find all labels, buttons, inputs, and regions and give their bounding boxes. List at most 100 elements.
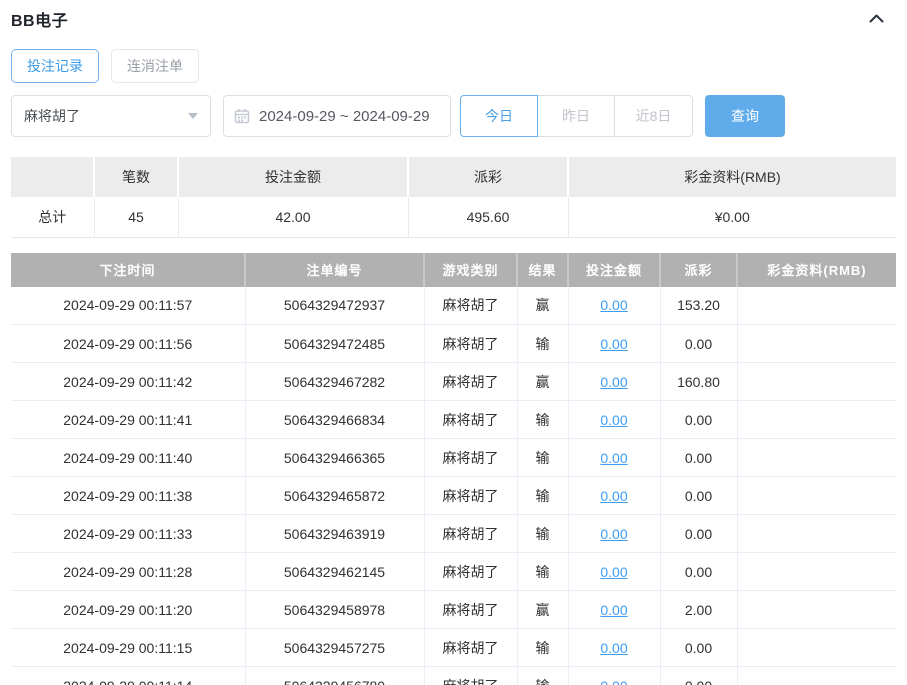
chevron-up-icon bbox=[869, 10, 884, 28]
table-row: 2024-09-29 00:11:15 5064329457275 麻将胡了输 0.0… bbox=[11, 628, 896, 667]
order-no-cell: 5064329462145 bbox=[244, 552, 424, 591]
result-cell: 输 bbox=[516, 628, 568, 667]
game-type-cell: 麻将胡了 bbox=[423, 476, 517, 515]
game-type-cell: 麻将胡了 bbox=[423, 324, 517, 363]
quick-date-button-group: 今日 昨日 近8日 bbox=[460, 95, 693, 137]
summary-total-jackpot: ¥0.00 bbox=[567, 197, 896, 238]
record-type-tabs: 投注记录 连消注单 bbox=[11, 49, 896, 83]
tab-bet-records[interactable]: 投注记录 bbox=[11, 49, 99, 83]
bet-time-cell: 2024-09-29 00:11:40 bbox=[11, 438, 245, 477]
last-8-days-button[interactable]: 近8日 bbox=[614, 95, 693, 137]
table-row: 2024-09-29 00:11:56 5064329472485 麻将胡了输 0.0… bbox=[11, 324, 896, 363]
bet-time-cell: 2024-09-29 00:11:15 bbox=[11, 628, 245, 667]
table-row: 2024-09-29 00:11:38 5064329465872 麻将胡了输 0.0… bbox=[11, 476, 896, 515]
bet-amount-link[interactable]: 0.00 bbox=[600, 640, 627, 656]
bet-time-cell: 2024-09-29 00:11:33 bbox=[11, 514, 245, 553]
game-type-cell: 麻将胡了 bbox=[423, 514, 517, 553]
payout-cell: 0.00 bbox=[659, 552, 737, 591]
bet-amount-cell: 0.00 bbox=[567, 362, 660, 401]
bet-time-cell: 2024-09-29 00:11:56 bbox=[11, 324, 245, 363]
table-row: 2024-09-29 00:11:41 5064329466834 麻将胡了输 0.0… bbox=[11, 400, 896, 439]
header-payout: 派彩 bbox=[659, 252, 737, 287]
payout-cell: 153.20 bbox=[659, 286, 737, 325]
game-type-cell: 麻将胡了 bbox=[423, 552, 517, 591]
bet-time-cell: 2024-09-29 00:11:42 bbox=[11, 362, 245, 401]
bet-table-header-row: 下注时间 注单编号 游戏类别 结果 投注金额 派彩 彩金资料(RMB) bbox=[11, 252, 896, 287]
bet-records-panel: BB电子 投注记录 连消注单 麻将胡了 2024-09-29 ~ 2024-09… bbox=[0, 0, 907, 685]
bet-amount-link[interactable]: 0.00 bbox=[600, 297, 627, 313]
result-cell: 赢 bbox=[516, 590, 568, 629]
header-bet-time: 下注时间 bbox=[11, 252, 245, 287]
bet-time-cell: 2024-09-29 00:11:57 bbox=[11, 286, 245, 325]
result-cell: 输 bbox=[516, 514, 568, 553]
bet-amount-link[interactable]: 0.00 bbox=[600, 488, 627, 504]
game-type-cell: 麻将胡了 bbox=[423, 666, 517, 685]
bet-amount-cell: 0.00 bbox=[567, 438, 660, 477]
search-button[interactable]: 查询 bbox=[705, 95, 785, 137]
jackpot-cell bbox=[736, 628, 896, 667]
jackpot-cell bbox=[736, 476, 896, 515]
jackpot-cell bbox=[736, 362, 896, 401]
result-cell: 输 bbox=[516, 324, 568, 363]
header-bet-amount: 投注金额 bbox=[567, 252, 660, 287]
game-type-cell: 麻将胡了 bbox=[423, 362, 517, 401]
collapse-panel-button[interactable] bbox=[864, 7, 888, 31]
order-no-cell: 5064329458978 bbox=[244, 590, 424, 629]
table-row: 2024-09-29 00:11:20 5064329458978 麻将胡了赢 0.0… bbox=[11, 590, 896, 629]
bet-amount-link[interactable]: 0.00 bbox=[600, 526, 627, 542]
bet-amount-cell: 0.00 bbox=[567, 400, 660, 439]
yesterday-button[interactable]: 昨日 bbox=[537, 95, 615, 137]
bet-amount-cell: 0.00 bbox=[567, 666, 660, 685]
caret-down-icon bbox=[188, 113, 198, 119]
summary-total-label: 总计 bbox=[11, 197, 94, 238]
game-type-cell: 麻将胡了 bbox=[423, 400, 517, 439]
header-order-no: 注单编号 bbox=[244, 252, 424, 287]
payout-cell: 0.00 bbox=[659, 400, 737, 439]
bet-time-cell: 2024-09-29 00:11:28 bbox=[11, 552, 245, 591]
bet-amount-link[interactable]: 0.00 bbox=[600, 678, 627, 685]
bet-amount-link[interactable]: 0.00 bbox=[600, 564, 627, 580]
header-jackpot: 彩金资料(RMB) bbox=[736, 252, 896, 287]
game-type-cell: 麻将胡了 bbox=[423, 438, 517, 477]
summary-table: 笔数 投注金额 派彩 彩金资料(RMB) 总计 45 42.00 495.60 … bbox=[11, 157, 896, 238]
bet-amount-cell: 0.00 bbox=[567, 476, 660, 515]
header-game-type: 游戏类别 bbox=[423, 252, 517, 287]
order-no-cell: 5064329467282 bbox=[244, 362, 424, 401]
summary-header-blank bbox=[11, 157, 94, 197]
game-select[interactable]: 麻将胡了 bbox=[11, 95, 211, 137]
bet-amount-cell: 0.00 bbox=[567, 324, 660, 363]
summary-total-row: 总计 45 42.00 495.60 ¥0.00 bbox=[11, 197, 896, 238]
order-no-cell: 5064329456780 bbox=[244, 666, 424, 685]
summary-header-count: 笔数 bbox=[93, 157, 178, 197]
today-button[interactable]: 今日 bbox=[460, 95, 538, 137]
bet-records-table: 下注时间 注单编号 游戏类别 结果 投注金额 派彩 彩金资料(RMB) 2024… bbox=[11, 252, 896, 685]
tab-cancelled-orders[interactable]: 连消注单 bbox=[111, 49, 199, 83]
bet-amount-link[interactable]: 0.00 bbox=[600, 450, 627, 466]
payout-cell: 0.00 bbox=[659, 666, 737, 685]
bet-amount-link[interactable]: 0.00 bbox=[600, 374, 627, 390]
header-result: 结果 bbox=[516, 252, 568, 287]
table-row: 2024-09-29 00:11:40 5064329466365 麻将胡了输 0.0… bbox=[11, 438, 896, 477]
bet-amount-link[interactable]: 0.00 bbox=[600, 412, 627, 428]
page-title: BB电子 bbox=[11, 13, 69, 30]
summary-header-payout: 派彩 bbox=[407, 157, 568, 197]
table-row: 2024-09-29 00:11:57 5064329472937 麻将胡了赢 0.0… bbox=[11, 286, 896, 325]
game-type-cell: 麻将胡了 bbox=[423, 628, 517, 667]
result-cell: 输 bbox=[516, 552, 568, 591]
order-no-cell: 5064329463919 bbox=[244, 514, 424, 553]
game-type-cell: 麻将胡了 bbox=[423, 286, 517, 325]
jackpot-cell bbox=[736, 590, 896, 629]
jackpot-cell bbox=[736, 400, 896, 439]
table-row: 2024-09-29 00:11:28 5064329462145 麻将胡了输 0.0… bbox=[11, 552, 896, 591]
bet-time-cell: 2024-09-29 00:11:14 bbox=[11, 666, 245, 685]
order-no-cell: 5064329472485 bbox=[244, 324, 424, 363]
order-no-cell: 5064329466834 bbox=[244, 400, 424, 439]
bet-amount-link[interactable]: 0.00 bbox=[600, 336, 627, 352]
bet-amount-cell: 0.00 bbox=[567, 628, 660, 667]
bet-time-cell: 2024-09-29 00:11:20 bbox=[11, 590, 245, 629]
result-cell: 赢 bbox=[516, 286, 568, 325]
bet-amount-cell: 0.00 bbox=[567, 514, 660, 553]
bet-amount-link[interactable]: 0.00 bbox=[600, 602, 627, 618]
date-range-input[interactable]: 2024-09-29 ~ 2024-09-29 bbox=[223, 95, 451, 137]
panel-header: BB电子 bbox=[11, 8, 896, 30]
